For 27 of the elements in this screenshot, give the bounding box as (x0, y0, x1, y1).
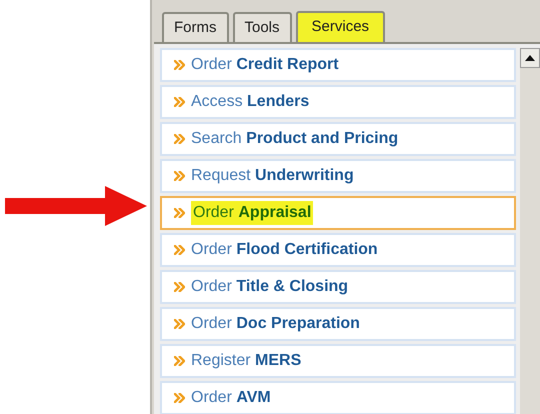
double-chevron-icon (174, 60, 185, 70)
double-chevron-icon (174, 97, 185, 107)
service-link[interactable]: Register MERS (160, 344, 516, 378)
double-chevron-icon (174, 134, 185, 144)
service-link[interactable]: Search Product and Pricing (160, 122, 516, 156)
service-link[interactable]: Order Flood Certification (160, 233, 516, 267)
up-triangle-icon (525, 55, 535, 61)
tab[interactable]: Services (296, 11, 386, 42)
double-chevron-icon (174, 282, 185, 292)
service-link[interactable]: Request Underwriting (160, 159, 516, 193)
pointer-arrow-icon (5, 186, 147, 226)
tab[interactable]: Forms (162, 12, 228, 42)
double-chevron-icon (174, 319, 185, 329)
scrollbar[interactable] (520, 48, 540, 414)
double-chevron-icon (174, 208, 185, 218)
double-chevron-icon (174, 393, 185, 403)
service-link[interactable]: Order AVM (160, 381, 516, 414)
double-chevron-icon (174, 356, 185, 366)
service-link[interactable]: Order Credit Report (160, 48, 516, 82)
scroll-up-button[interactable] (520, 48, 540, 68)
double-chevron-icon (174, 171, 185, 181)
service-link[interactable]: Access Lenders (160, 85, 516, 119)
service-link[interactable]: Order Doc Preparation (160, 307, 516, 341)
service-link[interactable]: Order Appraisal (160, 196, 516, 230)
tab[interactable]: Tools (232, 12, 292, 42)
double-chevron-icon (174, 245, 185, 255)
service-link[interactable]: Order Title & Closing (160, 270, 516, 304)
